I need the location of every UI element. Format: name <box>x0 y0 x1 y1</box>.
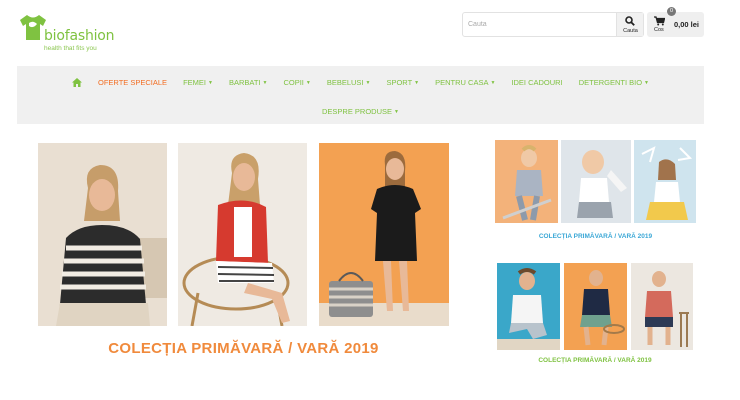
search-button[interactable]: Cauta <box>616 13 643 36</box>
nav-row-secondary: DESPRE PRODUSE ▼ <box>17 104 704 118</box>
search-box: Cauta <box>462 12 644 37</box>
nav-item-bebelusi[interactable]: BEBELUSI ▼ <box>319 78 379 87</box>
nav-item-pentru-casa[interactable]: PENTRU CASA ▼ <box>427 78 503 87</box>
brand-name: biofashion <box>44 28 115 44</box>
men-photo-white-shirt <box>497 263 560 350</box>
brand-logo[interactable]: biofashion health that fits you <box>18 12 118 54</box>
hero-photo-red-cardigan <box>178 143 307 326</box>
home-icon[interactable] <box>64 77 90 87</box>
men-photo-navy-tshirt <box>564 263 627 350</box>
caret-down-icon: ▼ <box>644 79 649 86</box>
nav-item-detergenti-bio[interactable]: DETERGENTI BIO ▼ <box>571 78 657 87</box>
nav-item-idei-cadouri[interactable]: IDEI CADOURI <box>503 78 570 87</box>
cart-icon <box>654 16 665 26</box>
caret-down-icon: ▼ <box>208 79 213 86</box>
main-navigation: OFERTE SPECIALE FEMEI ▼ BARBATI ▼ COPII ▼ B… <box>17 66 704 124</box>
nav-item-barbati[interactable]: BARBATI ▼ <box>221 78 276 87</box>
caret-down-icon: ▼ <box>490 79 496 86</box>
nav-item-sport[interactable]: SPORT ▼ <box>378 78 427 87</box>
men-photo-red-shirt <box>631 263 693 350</box>
kids-photo-toddler <box>561 140 631 223</box>
kids-photo-boy-scooter <box>495 140 558 223</box>
caret-down-icon: ▼ <box>365 79 371 86</box>
nav-row-primary: OFERTE SPECIALE FEMEI ▼ BARBATI ▼ COPII ▼ B… <box>17 74 704 90</box>
caret-down-icon: ▼ <box>262 79 268 86</box>
cart-count-badge: 0 <box>667 7 676 16</box>
search-icon <box>625 16 635 26</box>
caret-down-icon: ▼ <box>305 79 311 86</box>
nav-item-femei[interactable]: FEMEI ▼ <box>175 78 221 87</box>
nav-item-despre-produse[interactable]: DESPRE PRODUSE ▼ <box>314 107 407 116</box>
search-input[interactable] <box>463 13 617 36</box>
men-collection-title: COLECȚIA PRIMĂVARĂ / VARĂ 2019 <box>538 357 652 364</box>
hero-collection-title: COLECȚIA PRIMĂVARĂ / VARĂ 2019 <box>108 340 379 357</box>
cart-total: 0,00 lei <box>674 20 700 29</box>
caret-down-icon: ▼ <box>394 108 399 115</box>
nav-item-copii[interactable]: COPII ▼ <box>275 78 318 87</box>
search-button-label: Cauta <box>623 28 638 34</box>
cart-label: Cos <box>654 27 664 33</box>
brand-tagline: health that fits you <box>44 45 97 52</box>
kids-collection-title: COLECȚIA PRIMĂVARĂ / VARĂ 2019 <box>538 233 653 240</box>
kids-photo-girl <box>634 140 696 223</box>
hero-photo-black-dress <box>319 143 449 326</box>
caret-down-icon: ▼ <box>414 79 420 86</box>
hero-photo-striped-top <box>38 143 167 326</box>
nav-item-oferte-speciale[interactable]: OFERTE SPECIALE <box>90 78 175 87</box>
cart-button[interactable]: Cos 0,00 lei <box>647 12 704 37</box>
